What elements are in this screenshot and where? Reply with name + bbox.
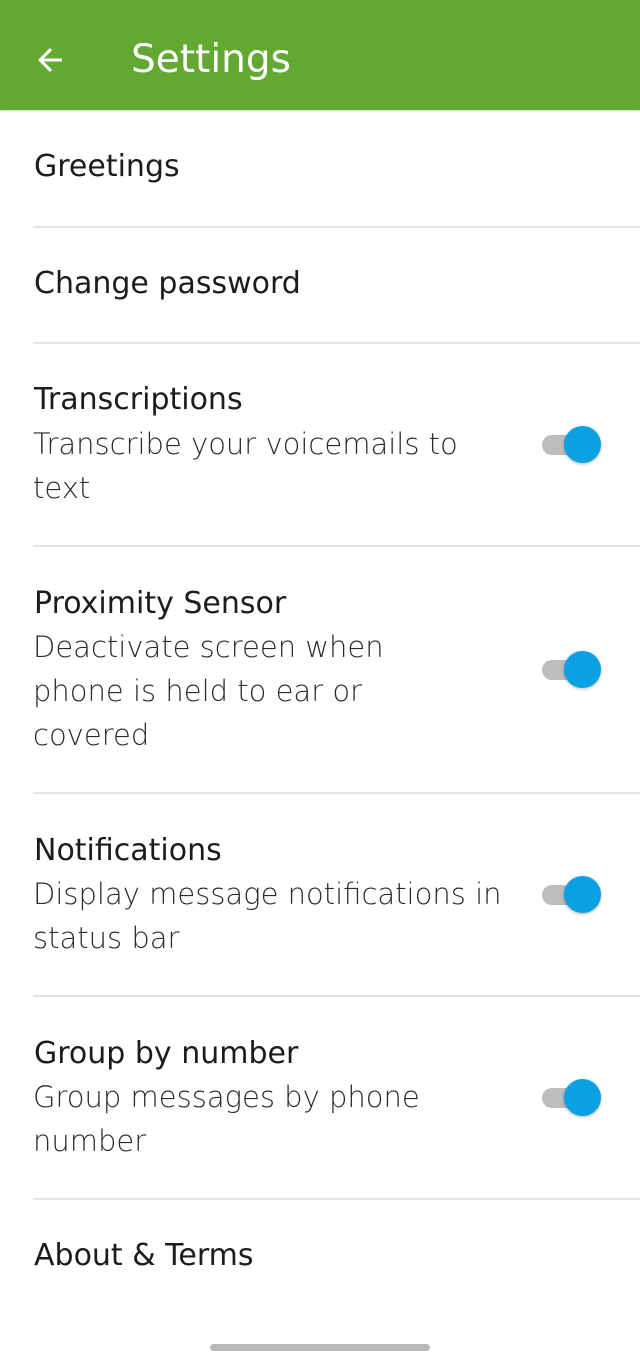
back-button[interactable] bbox=[26, 36, 74, 84]
setting-group-by-number[interactable]: Group by number Group messages by phone … bbox=[0, 997, 640, 1198]
transcriptions-toggle[interactable] bbox=[542, 425, 602, 465]
notifications-toggle[interactable] bbox=[542, 875, 602, 915]
setting-transcriptions-description: Transcribe your voicemails to text bbox=[33, 427, 458, 505]
setting-proximity-sensor[interactable]: Proximity Sensor Deactivate screen when … bbox=[0, 547, 640, 792]
toggle-thumb bbox=[564, 651, 601, 688]
group-by-number-toggle[interactable] bbox=[542, 1078, 602, 1118]
setting-greetings-title: Greetings bbox=[34, 149, 180, 184]
setting-about-terms-title: About & Terms bbox=[34, 1238, 254, 1273]
setting-group-by-number-title: Group by number bbox=[34, 1036, 299, 1071]
setting-notifications-title: Notifications bbox=[34, 833, 222, 868]
setting-transcriptions-title: Transcriptions bbox=[34, 382, 243, 417]
proximity-sensor-toggle[interactable] bbox=[542, 650, 602, 690]
home-indicator[interactable] bbox=[210, 1344, 430, 1351]
setting-change-password[interactable]: Change password bbox=[0, 228, 640, 342]
setting-proximity-sensor-description: Deactivate screen when phone is held to … bbox=[33, 630, 384, 752]
toggle-thumb bbox=[564, 426, 601, 463]
toggle-thumb bbox=[564, 1079, 601, 1116]
page-title: Settings bbox=[131, 37, 291, 82]
setting-change-password-title: Change password bbox=[34, 266, 301, 301]
setting-group-by-number-description: Group messages by phone number bbox=[33, 1080, 420, 1158]
setting-transcriptions[interactable]: Transcriptions Transcribe your voicemail… bbox=[0, 344, 640, 545]
setting-greetings[interactable]: Greetings bbox=[0, 110, 640, 226]
setting-notifications-description: Display message notifications in status … bbox=[33, 877, 502, 955]
setting-proximity-sensor-title: Proximity Sensor bbox=[34, 586, 287, 621]
arrow-left-icon bbox=[38, 48, 62, 72]
app-bar: Settings bbox=[0, 0, 640, 110]
setting-notifications[interactable]: Notifications Display message notificati… bbox=[0, 794, 640, 995]
setting-about-terms[interactable]: About & Terms bbox=[0, 1200, 640, 1314]
toggle-thumb bbox=[564, 876, 601, 913]
